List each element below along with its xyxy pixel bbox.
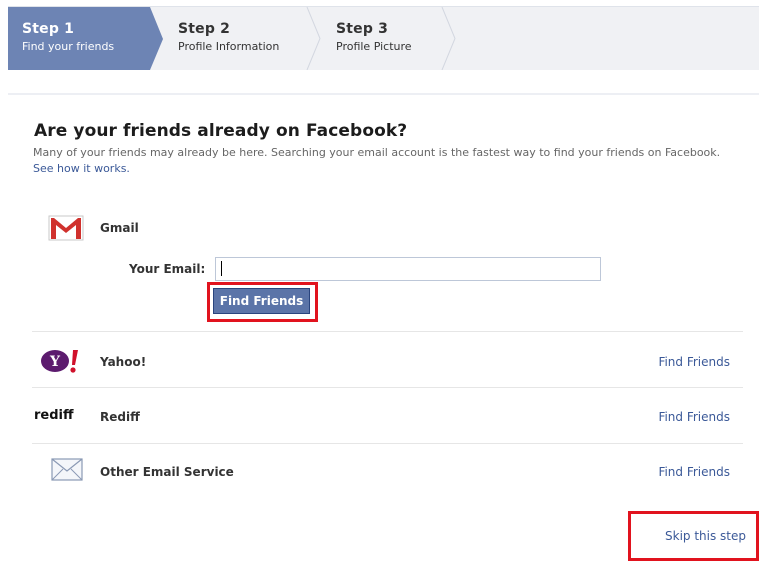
other-email-label: Other Email Service <box>100 465 234 479</box>
step-2[interactable]: Step 2 Profile Information <box>164 7 324 70</box>
intro-text: Many of your friends may already be here… <box>33 145 733 177</box>
step-title: Step 1 <box>22 21 75 37</box>
svg-text:Y: Y <box>49 354 61 370</box>
step-subtitle: Find your friends <box>22 40 115 53</box>
yahoo-find-friends-link[interactable]: Find Friends <box>658 355 730 369</box>
highlight-box <box>207 282 318 322</box>
step-separator <box>306 7 321 70</box>
row-divider <box>32 443 743 444</box>
gmail-icon <box>48 215 84 241</box>
rediff-logo: rediff <box>34 408 74 423</box>
divider <box>8 93 759 95</box>
rediff-find-friends-link[interactable]: Find Friends <box>658 410 730 424</box>
your-email-label: Your Email: <box>129 262 206 276</box>
row-divider <box>32 387 743 388</box>
intro-description: Many of your friends may already be here… <box>33 146 721 159</box>
highlight-box <box>628 511 759 561</box>
see-how-it-works-link[interactable]: See how it works. <box>33 162 130 175</box>
text-cursor <box>221 261 222 276</box>
steps-bar: Step 1 Find your friends Step 2 Profile … <box>8 6 759 70</box>
page-title: Are your friends already on Facebook? <box>34 121 408 141</box>
row-divider <box>32 331 743 332</box>
step-1[interactable]: Step 1 Find your friends <box>8 7 163 70</box>
yahoo-icon: Y <box>41 350 78 373</box>
rediff-label: Rediff <box>100 410 140 424</box>
step-separator <box>441 7 456 70</box>
gmail-label: Gmail <box>100 221 139 235</box>
step-subtitle: Profile Information <box>178 40 280 53</box>
email-input[interactable] <box>215 257 601 281</box>
envelope-icon <box>51 458 83 481</box>
yahoo-label: Yahoo! <box>100 355 147 369</box>
step-title: Step 2 <box>178 21 231 37</box>
other-email-find-friends-link[interactable]: Find Friends <box>658 465 730 479</box>
